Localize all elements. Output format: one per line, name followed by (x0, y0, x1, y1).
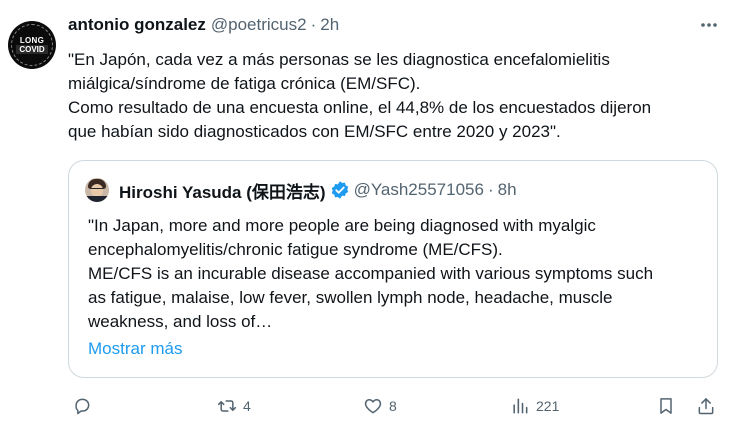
tweet: LONG COVID antonio gonzalez @poetricus2 … (0, 0, 743, 429)
quoted-text-line: encephalomyelitis/chronic fatigue syndro… (88, 240, 503, 259)
quoted-author-name[interactable]: Hiroshi Yasuda (保田浩志) (119, 178, 326, 203)
reply-button[interactable] (72, 392, 98, 420)
quoted-text-line: weakness, and loss of… (88, 312, 273, 331)
quoted-tweet[interactable]: Hiroshi Yasuda (保田浩志) @Yash25571056 · 8h… (68, 160, 718, 378)
share-button[interactable] (696, 392, 716, 420)
verified-badge-icon (330, 180, 350, 200)
avatar-text-top: LONG (19, 36, 45, 45)
quoted-author-avatar[interactable] (85, 178, 109, 202)
quoted-text-line: "In Japan, more and more people are bein… (88, 216, 596, 235)
tweet-text-line: "En Japón, cada vez a más personas se le… (68, 50, 610, 69)
quoted-header: Hiroshi Yasuda (保田浩志) @Yash25571056 · 8h (119, 178, 517, 203)
quoted-text-line: as fatigue, malaise, low fever, swollen … (88, 288, 613, 307)
more-options-button[interactable] (696, 14, 722, 36)
quoted-time[interactable]: 8h (498, 180, 517, 200)
retweet-button[interactable]: 4 (217, 392, 251, 420)
bookmark-icon (660, 398, 672, 414)
quoted-author-handle[interactable]: @Yash25571056 (354, 180, 484, 200)
avatar-text-bottom: COVID (16, 45, 48, 54)
tweet-text: "En Japón, cada vez a más personas se le… (68, 48, 708, 144)
heart-icon (364, 399, 382, 414)
tweet-text-line: miálgica/síndrome de fatiga crónica (EM/… (68, 74, 421, 93)
like-button[interactable]: 8 (363, 392, 397, 420)
views-chart-icon (513, 398, 528, 414)
more-dots-icon (701, 23, 717, 27)
separator-dot: · (487, 180, 494, 199)
share-icon (698, 398, 714, 415)
author-avatar[interactable]: LONG COVID (8, 21, 56, 69)
tweet-text-line: Como resultado de una encuesta online, e… (68, 98, 652, 117)
retweet-icon (217, 400, 237, 412)
tweet-time[interactable]: 2h (320, 15, 339, 35)
tweet-header: antonio gonzalez @poetricus2 · 2h (68, 14, 339, 36)
show-more-link[interactable]: Mostrar más (88, 339, 182, 359)
retweet-count: 4 (243, 398, 251, 414)
bookmark-button[interactable] (656, 392, 676, 420)
quoted-text-line: ME/CFS is an incurable disease accompani… (88, 264, 654, 283)
reply-icon (75, 398, 90, 415)
quoted-text: "In Japan, more and more people are bein… (88, 214, 708, 334)
action-bar: 4 8 221 (68, 392, 728, 420)
author-name[interactable]: antonio gonzalez (68, 15, 206, 35)
views-button[interactable]: 221 (510, 392, 559, 420)
views-count: 221 (536, 398, 560, 414)
separator-dot: · (310, 15, 317, 34)
like-count: 8 (389, 398, 397, 414)
author-handle[interactable]: @poetricus2 (211, 15, 307, 35)
tweet-text-line: que habían sido diagnosticados con EM/SF… (68, 122, 561, 141)
